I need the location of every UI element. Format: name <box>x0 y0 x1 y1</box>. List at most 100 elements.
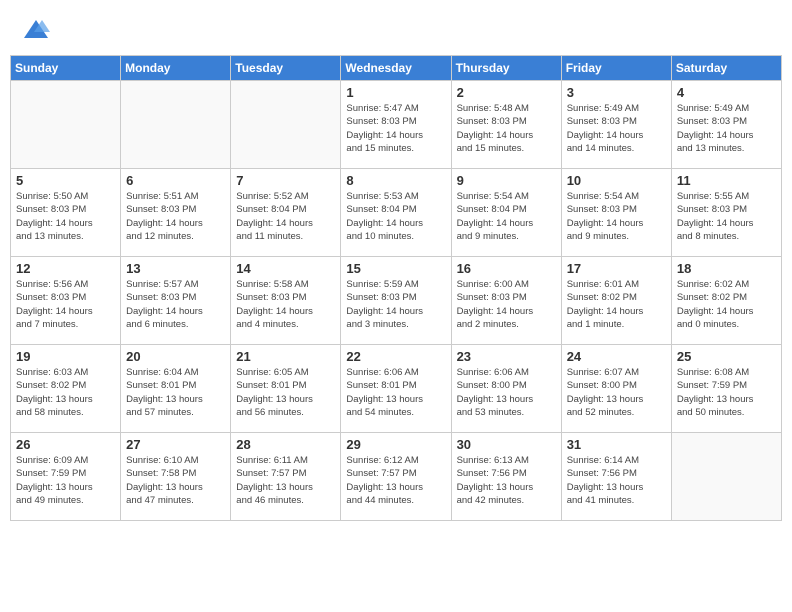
calendar-cell: 11 Sunrise: 5:55 AM Sunset: 8:03 PM Dayli… <box>671 169 781 257</box>
day-info: Sunrise: 5:54 AM Sunset: 8:03 PM Dayligh… <box>567 190 666 243</box>
calendar-cell: 30 Sunrise: 6:13 AM Sunset: 7:56 PM Dayli… <box>451 433 561 521</box>
day-number: 1 <box>346 85 445 100</box>
day-info: Sunrise: 5:58 AM Sunset: 8:03 PM Dayligh… <box>236 278 335 331</box>
day-number: 28 <box>236 437 335 452</box>
calendar-cell <box>231 81 341 169</box>
day-number: 23 <box>457 349 556 364</box>
calendar-cell: 5 Sunrise: 5:50 AM Sunset: 8:03 PM Daylig… <box>11 169 121 257</box>
day-info: Sunrise: 5:47 AM Sunset: 8:03 PM Dayligh… <box>346 102 445 155</box>
calendar-cell: 10 Sunrise: 5:54 AM Sunset: 8:03 PM Dayli… <box>561 169 671 257</box>
day-number: 29 <box>346 437 445 452</box>
calendar-cell: 13 Sunrise: 5:57 AM Sunset: 8:03 PM Dayli… <box>121 257 231 345</box>
day-number: 3 <box>567 85 666 100</box>
calendar-cell: 1 Sunrise: 5:47 AM Sunset: 8:03 PM Daylig… <box>341 81 451 169</box>
header <box>10 10 782 51</box>
day-number: 22 <box>346 349 445 364</box>
calendar-cell: 31 Sunrise: 6:14 AM Sunset: 7:56 PM Dayli… <box>561 433 671 521</box>
day-number: 6 <box>126 173 225 188</box>
week-row-1: 1 Sunrise: 5:47 AM Sunset: 8:03 PM Daylig… <box>11 81 782 169</box>
day-number: 12 <box>16 261 115 276</box>
day-info: Sunrise: 5:54 AM Sunset: 8:04 PM Dayligh… <box>457 190 556 243</box>
day-info: Sunrise: 6:03 AM Sunset: 8:02 PM Dayligh… <box>16 366 115 419</box>
day-info: Sunrise: 5:49 AM Sunset: 8:03 PM Dayligh… <box>567 102 666 155</box>
day-number: 13 <box>126 261 225 276</box>
day-number: 26 <box>16 437 115 452</box>
day-number: 5 <box>16 173 115 188</box>
calendar-cell: 21Sunrise: 6:05 AM Sunset: 8:01 PM Dayli… <box>231 345 341 433</box>
day-info: Sunrise: 6:13 AM Sunset: 7:56 PM Dayligh… <box>457 454 556 507</box>
calendar-cell: 25Sunrise: 6:08 AM Sunset: 7:59 PM Dayli… <box>671 345 781 433</box>
day-info: Sunrise: 5:51 AM Sunset: 8:03 PM Dayligh… <box>126 190 225 243</box>
calendar-cell: 19Sunrise: 6:03 AM Sunset: 8:02 PM Dayli… <box>11 345 121 433</box>
day-info: Sunrise: 5:59 AM Sunset: 8:03 PM Dayligh… <box>346 278 445 331</box>
day-number: 9 <box>457 173 556 188</box>
day-number: 27 <box>126 437 225 452</box>
calendar-cell <box>671 433 781 521</box>
calendar-cell: 8Sunrise: 5:53 AM Sunset: 8:04 PM Daylig… <box>341 169 451 257</box>
day-info: Sunrise: 6:14 AM Sunset: 7:56 PM Dayligh… <box>567 454 666 507</box>
weekday-header-saturday: Saturday <box>671 56 781 81</box>
logo-icon <box>22 18 50 40</box>
calendar-cell <box>121 81 231 169</box>
weekday-header-thursday: Thursday <box>451 56 561 81</box>
day-info: Sunrise: 6:07 AM Sunset: 8:00 PM Dayligh… <box>567 366 666 419</box>
weekday-header-monday: Monday <box>121 56 231 81</box>
day-number: 31 <box>567 437 666 452</box>
calendar-cell: 26 Sunrise: 6:09 AM Sunset: 7:59 PM Dayli… <box>11 433 121 521</box>
day-info: Sunrise: 5:56 AM Sunset: 8:03 PM Dayligh… <box>16 278 115 331</box>
day-number: 24 <box>567 349 666 364</box>
day-number: 10 <box>567 173 666 188</box>
day-info: Sunrise: 6:02 AM Sunset: 8:02 PM Dayligh… <box>677 278 776 331</box>
day-number: 8 <box>346 173 445 188</box>
day-info: Sunrise: 5:48 AM Sunset: 8:03 PM Dayligh… <box>457 102 556 155</box>
calendar-cell: 3 Sunrise: 5:49 AM Sunset: 8:03 PM Daylig… <box>561 81 671 169</box>
day-number: 18 <box>677 261 776 276</box>
day-info: Sunrise: 6:11 AM Sunset: 7:57 PM Dayligh… <box>236 454 335 507</box>
calendar-cell: 29 Sunrise: 6:12 AM Sunset: 7:57 PM Dayli… <box>341 433 451 521</box>
day-info: Sunrise: 5:55 AM Sunset: 8:03 PM Dayligh… <box>677 190 776 243</box>
day-number: 15 <box>346 261 445 276</box>
week-row-2: 5 Sunrise: 5:50 AM Sunset: 8:03 PM Daylig… <box>11 169 782 257</box>
calendar-cell: 7Sunrise: 5:52 AM Sunset: 8:04 PM Daylig… <box>231 169 341 257</box>
day-info: Sunrise: 6:06 AM Sunset: 8:00 PM Dayligh… <box>457 366 556 419</box>
day-info: Sunrise: 6:10 AM Sunset: 7:58 PM Dayligh… <box>126 454 225 507</box>
week-row-5: 26 Sunrise: 6:09 AM Sunset: 7:59 PM Dayli… <box>11 433 782 521</box>
day-info: Sunrise: 6:12 AM Sunset: 7:57 PM Dayligh… <box>346 454 445 507</box>
day-number: 2 <box>457 85 556 100</box>
day-info: Sunrise: 6:00 AM Sunset: 8:03 PM Dayligh… <box>457 278 556 331</box>
day-number: 25 <box>677 349 776 364</box>
day-info: Sunrise: 5:57 AM Sunset: 8:03 PM Dayligh… <box>126 278 225 331</box>
calendar-cell: 6 Sunrise: 5:51 AM Sunset: 8:03 PM Daylig… <box>121 169 231 257</box>
week-row-3: 12 Sunrise: 5:56 AM Sunset: 8:03 PM Dayli… <box>11 257 782 345</box>
day-number: 16 <box>457 261 556 276</box>
day-number: 11 <box>677 173 776 188</box>
weekday-header-friday: Friday <box>561 56 671 81</box>
day-number: 30 <box>457 437 556 452</box>
day-number: 7 <box>236 173 335 188</box>
calendar-cell: 24 Sunrise: 6:07 AM Sunset: 8:00 PM Dayli… <box>561 345 671 433</box>
day-number: 14 <box>236 261 335 276</box>
calendar-cell: 28 Sunrise: 6:11 AM Sunset: 7:57 PM Dayli… <box>231 433 341 521</box>
calendar-cell: 23 Sunrise: 6:06 AM Sunset: 8:00 PM Dayli… <box>451 345 561 433</box>
weekday-header-sunday: Sunday <box>11 56 121 81</box>
calendar-cell: 16 Sunrise: 6:00 AM Sunset: 8:03 PM Dayli… <box>451 257 561 345</box>
calendar-cell: 27 Sunrise: 6:10 AM Sunset: 7:58 PM Dayli… <box>121 433 231 521</box>
calendar-cell: 15 Sunrise: 5:59 AM Sunset: 8:03 PM Dayli… <box>341 257 451 345</box>
weekday-header-wednesday: Wednesday <box>341 56 451 81</box>
calendar-cell: 4Sunrise: 5:49 AM Sunset: 8:03 PM Daylig… <box>671 81 781 169</box>
day-number: 20 <box>126 349 225 364</box>
day-info: Sunrise: 6:01 AM Sunset: 8:02 PM Dayligh… <box>567 278 666 331</box>
calendar-cell: 20Sunrise: 6:04 AM Sunset: 8:01 PM Dayli… <box>121 345 231 433</box>
day-info: Sunrise: 6:09 AM Sunset: 7:59 PM Dayligh… <box>16 454 115 507</box>
weekday-header-tuesday: Tuesday <box>231 56 341 81</box>
calendar-cell: 22 Sunrise: 6:06 AM Sunset: 8:01 PM Dayli… <box>341 345 451 433</box>
day-info: Sunrise: 5:50 AM Sunset: 8:03 PM Dayligh… <box>16 190 115 243</box>
calendar-cell: 14 Sunrise: 5:58 AM Sunset: 8:03 PM Dayli… <box>231 257 341 345</box>
calendar-cell: 12 Sunrise: 5:56 AM Sunset: 8:03 PM Dayli… <box>11 257 121 345</box>
day-info: Sunrise: 6:06 AM Sunset: 8:01 PM Dayligh… <box>346 366 445 419</box>
calendar-cell: 17Sunrise: 6:01 AM Sunset: 8:02 PM Dayli… <box>561 257 671 345</box>
weekday-header-row: SundayMondayTuesdayWednesdayThursdayFrid… <box>11 56 782 81</box>
day-number: 4 <box>677 85 776 100</box>
calendar-cell <box>11 81 121 169</box>
calendar-cell: 2 Sunrise: 5:48 AM Sunset: 8:03 PM Daylig… <box>451 81 561 169</box>
